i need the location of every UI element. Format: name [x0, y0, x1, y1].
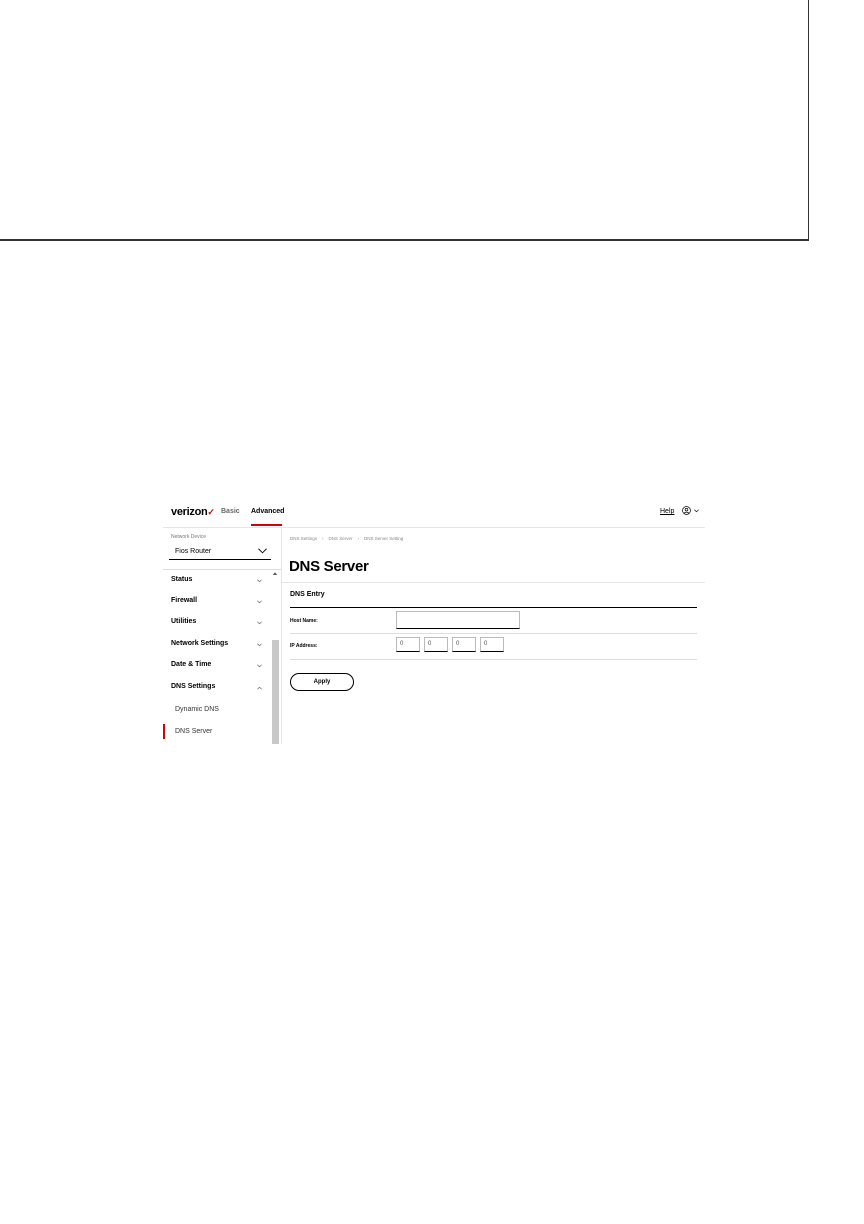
sidebar-scrollbar[interactable] — [271, 571, 279, 744]
apply-button[interactable]: Apply — [290, 673, 354, 691]
ip-address-label: IP Address: — [290, 643, 318, 649]
row-divider — [290, 633, 697, 634]
user-circle-icon[interactable] — [682, 506, 691, 515]
logo-check-icon: ✓ — [207, 507, 215, 517]
host-name-label: Host Name: — [290, 618, 318, 624]
chevron-down-icon — [257, 600, 262, 604]
chevron-down-icon — [257, 579, 262, 583]
ip-octet-1-input[interactable]: 0 — [396, 637, 420, 652]
sidebar-item-status[interactable]: Status — [163, 571, 267, 591]
network-device-value: Fios Router — [175, 548, 212, 555]
sidebar-item-date-time[interactable]: Date & Time — [163, 656, 267, 676]
ip-octet-4-input[interactable]: 0 — [480, 637, 504, 652]
sidebar-item-label: Date & Time — [171, 661, 212, 668]
sidebar-item-label: DNS Settings — [171, 683, 216, 690]
breadcrumb-separator-icon: › — [322, 536, 324, 541]
sidebar-subitem-dns-server[interactable]: DNS Server — [163, 724, 267, 744]
breadcrumb-item-current: DNS Server Setting — [364, 536, 404, 541]
active-item-indicator — [163, 724, 165, 739]
sidebar-item-label: Firewall — [171, 597, 198, 604]
network-device-label: Network Device — [171, 534, 207, 540]
sidebar-item-firewall[interactable]: Firewall — [163, 592, 267, 612]
host-name-input[interactable] — [396, 611, 520, 629]
breadcrumb-item[interactable]: DNS Settings — [290, 536, 317, 541]
ip-octet-2-input[interactable]: 0 — [424, 637, 448, 652]
sidebar-subitem-label: DNS Server — [175, 728, 213, 735]
tab-advanced[interactable]: Advanced — [251, 508, 284, 515]
tab-basic[interactable]: Basic — [221, 508, 240, 515]
logo-text: verizon — [171, 506, 208, 518]
page-divider-line — [0, 239, 809, 241]
breadcrumb: DNS Settings › DNS Server › DNS Server Setti… — [290, 536, 403, 541]
page-edge-line — [808, 0, 809, 240]
main-content: DNS Settings › DNS Server › DNS Server Setti… — [282, 527, 705, 744]
sidebar-item-label: Utilities — [171, 618, 197, 625]
page-title: DNS Server — [289, 558, 369, 575]
sidebar-item-dns-settings[interactable]: DNS Settings — [163, 678, 267, 698]
router-ui-screenshot: verizon✓ Basic Advanced Help Network Dev… — [163, 500, 705, 744]
breadcrumb-item[interactable]: DNS Server — [329, 536, 353, 541]
sidebar-divider — [163, 569, 281, 570]
sidebar-item-label: Status — [171, 576, 193, 583]
section-title: DNS Entry — [290, 591, 325, 598]
chevron-down-icon — [257, 643, 262, 647]
sidebar-item-utilities[interactable]: Utilities — [163, 613, 267, 633]
top-navigation-bar: verizon✓ Basic Advanced Help — [163, 500, 705, 528]
scroll-up-arrow-icon[interactable] — [272, 571, 278, 576]
sidebar-item-network-settings[interactable]: Network Settings — [163, 635, 267, 655]
active-tab-indicator — [251, 524, 282, 526]
chevron-down-icon — [258, 548, 267, 554]
chevron-down-icon — [257, 621, 262, 625]
ip-octet-3-input[interactable]: 0 — [452, 637, 476, 652]
sidebar-subitem-dynamic-dns[interactable]: Dynamic DNS — [163, 700, 267, 720]
sidebar: Network Device Fios Router Status Firewa… — [163, 527, 282, 744]
sidebar-item-label: Network Settings — [171, 640, 229, 647]
chevron-down-icon[interactable] — [694, 509, 699, 513]
title-divider — [282, 582, 705, 583]
breadcrumb-separator-icon: › — [357, 536, 360, 541]
verizon-logo[interactable]: verizon✓ — [171, 506, 215, 518]
network-device-select[interactable]: Fios Router — [169, 543, 271, 560]
chevron-up-icon — [257, 686, 262, 690]
sidebar-subitem-label: Dynamic DNS — [175, 706, 219, 713]
scrollbar-thumb[interactable] — [272, 640, 279, 744]
help-link[interactable]: Help — [660, 508, 674, 515]
section-divider — [290, 607, 697, 608]
chevron-down-icon — [257, 664, 262, 668]
row-divider — [290, 659, 697, 660]
